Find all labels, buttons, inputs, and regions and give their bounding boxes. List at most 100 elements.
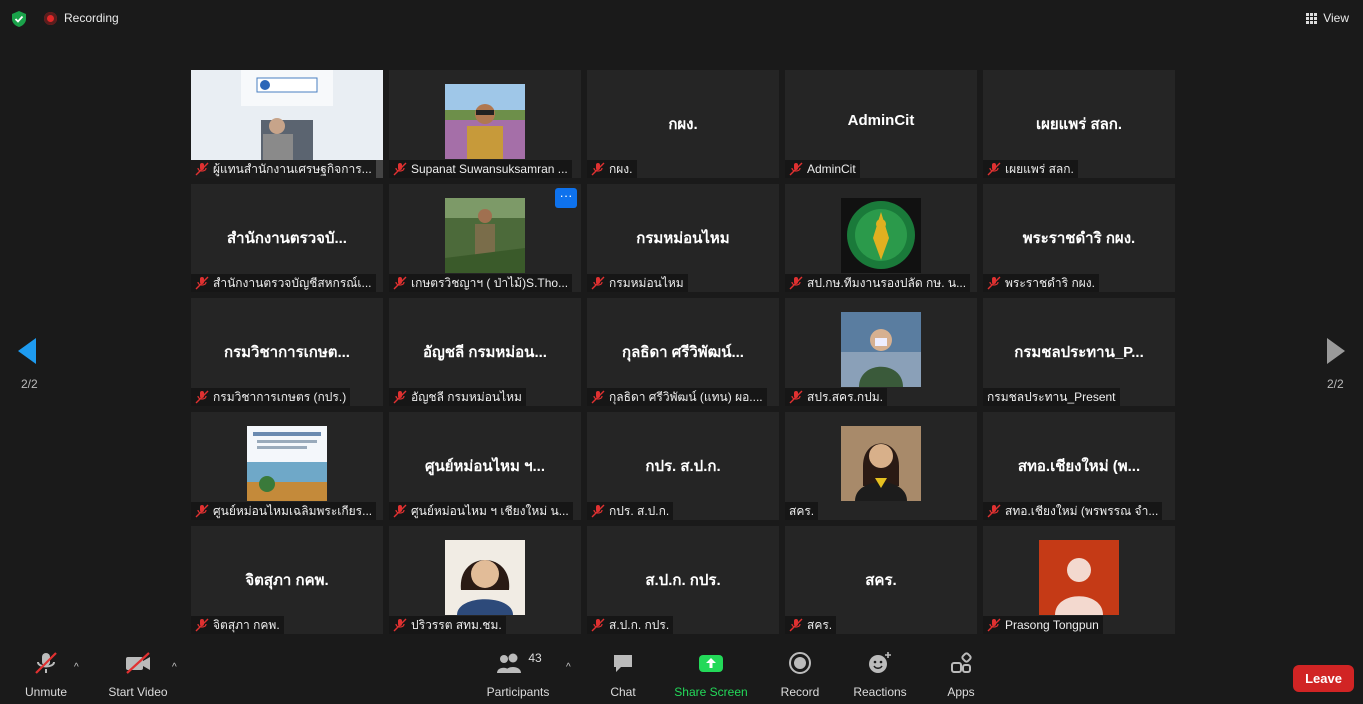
participant-name-label: สคร. (785, 616, 837, 634)
participant-tile[interactable]: สทอ.เชียงใหม่ (พ... สทอ.เชียงใหม่ (พรพรรณ… (983, 412, 1175, 520)
participant-tile[interactable]: อัญชลี กรมหม่อน... อัญชลี กรมหม่อนไหม (389, 298, 581, 406)
muted-microphone-icon (591, 390, 605, 404)
participant-display-name: ศูนย์หม่อนไหม ฯ... (424, 458, 545, 475)
participant-display-name: สำนักงานตรวจบั... (227, 230, 347, 247)
participant-tile[interactable]: กผง. กผง. (587, 70, 779, 178)
share-screen-button[interactable]: Share Screen (674, 648, 748, 699)
apps-button[interactable]: Apps (942, 648, 980, 699)
participant-tile[interactable]: จิตสุภา กคพ. จิตสุภา กคพ. (191, 526, 383, 634)
participant-name: สำนักงานตรวจบัญชีสหกรณ์เ... (213, 275, 372, 290)
participant-name-label: อัญชลี กรมหม่อนไหม (389, 388, 526, 406)
muted-microphone-icon (789, 276, 803, 290)
participant-tile[interactable]: AdminCit AdminCit (785, 70, 977, 178)
participant-name-label: กผง. (587, 160, 637, 178)
participant-name: สปร.สคร.กปม. (807, 389, 883, 404)
view-button[interactable]: View (1300, 9, 1355, 27)
participant-video (841, 198, 921, 273)
participant-name: จิตสุภา กคพ. (213, 617, 280, 632)
participant-display-name: ส.ป.ก. กปร. (645, 572, 721, 589)
previous-page-arrow-icon[interactable] (16, 336, 38, 366)
participants-options-caret-icon[interactable]: ^ (566, 662, 571, 673)
participant-tile[interactable]: ศูนย์หม่อนไหมเฉลิมพระเกียร... (191, 412, 383, 520)
video-options-caret-icon[interactable]: ^ (172, 662, 177, 673)
muted-microphone-icon (591, 618, 605, 632)
participant-tile[interactable]: เผยแพร่ สลก. เผยแพร่ สลก. (983, 70, 1175, 178)
next-page-arrow-icon[interactable] (1325, 336, 1347, 366)
page-indicator-left: 2/2 (21, 377, 38, 391)
recording-indicator[interactable]: Recording (44, 11, 119, 25)
grid-view-icon (1306, 12, 1318, 24)
encryption-shield-icon[interactable] (10, 10, 28, 28)
leave-button[interactable]: Leave (1293, 665, 1354, 692)
participant-video (445, 84, 525, 159)
participant-video (841, 426, 921, 501)
share-screen-label: Share Screen (674, 685, 748, 699)
muted-microphone-icon (195, 276, 209, 290)
participants-button[interactable]: 43 Participants (484, 648, 552, 699)
participant-tile[interactable]: พระราชดำริ กผง. พระราชดำริ กผง. (983, 184, 1175, 292)
participant-name-label: สคร. (785, 502, 819, 520)
participant-tile[interactable]: ผู้แทนสำนักงานเศรษฐกิจการ... (191, 70, 383, 178)
meeting-top-bar: Recording View (0, 0, 1363, 40)
participant-tile[interactable]: กรมชลประทาน_P... กรมชลประทาน_Present (983, 298, 1175, 406)
audio-options-caret-icon[interactable]: ^ (74, 662, 79, 673)
participant-name: สคร. (807, 617, 833, 632)
participant-display-name: สทอ.เชียงใหม่ (พ... (1017, 458, 1141, 475)
record-label: Record (780, 685, 820, 699)
participant-name-label: Prasong Tongpun (983, 616, 1103, 634)
start-video-button[interactable]: Start Video (106, 648, 170, 699)
muted-microphone-icon (393, 390, 407, 404)
record-button[interactable]: Record (780, 648, 820, 699)
meeting-toolbar: Unmute ^ Start Video ^ 43 Participants ^ (0, 648, 1363, 704)
participant-name: พระราชดำริ กผง. (1005, 275, 1095, 290)
participant-name: กุลธิดา ศรีวิพัฒน์ (แทน) ผอ.... (609, 389, 763, 404)
participant-tile[interactable]: สปร.สคร.กปม. (785, 298, 977, 406)
participant-display-name: สคร. (865, 572, 897, 589)
chat-button[interactable]: Chat (604, 648, 642, 699)
participant-display-name: กผง. (668, 116, 698, 133)
participant-tile[interactable]: กรมวิชาการเกษต... กรมวิชาการเกษตร (กปร.) (191, 298, 383, 406)
participant-name: กรมชลประทาน_Present (987, 389, 1116, 404)
participants-icon (497, 653, 522, 673)
participant-tile[interactable]: กรมหม่อนไหม กรมหม่อนไหม (587, 184, 779, 292)
reactions-button[interactable]: Reactions (852, 648, 908, 699)
participant-name-label: Supanat Suwansuksamran ... (389, 160, 572, 178)
muted-microphone-icon (393, 162, 407, 176)
participant-display-name: กปร. ส.ป.ก. (645, 458, 721, 475)
muted-microphone-icon (591, 504, 605, 518)
reactions-label: Reactions (853, 685, 907, 699)
muted-microphone-icon (987, 504, 1001, 518)
participant-name-label: กรมหม่อนไหม (587, 274, 688, 292)
participant-tile[interactable]: สคร. สคร. (785, 526, 977, 634)
chat-icon (614, 655, 632, 672)
participant-tile[interactable]: กปร. ส.ป.ก. กปร. ส.ป.ก. (587, 412, 779, 520)
participant-name: ปริวรรต สทม.ชม. (411, 617, 502, 632)
participant-name: กผง. (609, 161, 633, 176)
participant-name-label: AdminCit (785, 160, 860, 178)
participant-name: กปร. ส.ป.ก. (609, 503, 670, 518)
muted-microphone-icon (195, 618, 209, 632)
participant-tile[interactable]: Prasong Tongpun (983, 526, 1175, 634)
participant-tile[interactable]: สป.กษ.ทีมงานรองปลัด กษ. น... (785, 184, 977, 292)
muted-microphone-icon (591, 276, 605, 290)
participant-name-label: กปร. ส.ป.ก. (587, 502, 674, 520)
participant-tile[interactable]: ศูนย์หม่อนไหม ฯ... ศูนย์หม่อนไหม ฯ เชียงใ… (389, 412, 581, 520)
participant-tile[interactable]: Supanat Suwansuksamran ... (389, 70, 581, 178)
muted-microphone-icon (195, 504, 209, 518)
participant-tile[interactable]: ปริวรรต สทม.ชม. (389, 526, 581, 634)
participant-display-name: เผยแพร่ สลก. (1035, 116, 1123, 133)
unmute-button[interactable]: Unmute (20, 648, 72, 699)
reactions-smiley-icon (869, 652, 891, 673)
participant-tile[interactable]: เกษตรวิชญาฯ ( ป่าไม้)S.Tho... ··· (389, 184, 581, 292)
participant-name-label: เกษตรวิชญาฯ ( ป่าไม้)S.Tho... (389, 274, 573, 292)
participant-tile[interactable]: ส.ป.ก. กปร. ส.ป.ก. กปร. (587, 526, 779, 634)
participant-tile[interactable]: สคร. (785, 412, 977, 520)
more-options-button[interactable]: ··· (555, 188, 577, 208)
gallery-view: ผู้แทนสำนักงานเศรษฐกิจการ... Supanat Suwa… (191, 70, 1175, 634)
participant-name-label: จิตสุภา กคพ. (191, 616, 284, 634)
participant-display-name: กรมวิชาการเกษต... (224, 344, 350, 361)
participant-tile[interactable]: สำนักงานตรวจบั... สำนักงานตรวจบัญชีสหกรณ์… (191, 184, 383, 292)
muted-microphone-icon (393, 276, 407, 290)
participant-name: Supanat Suwansuksamran ... (411, 162, 568, 176)
participant-tile[interactable]: กุลธิดา ศรีวิพัฒน์... กุลธิดา ศรีวิพัฒน์ … (587, 298, 779, 406)
